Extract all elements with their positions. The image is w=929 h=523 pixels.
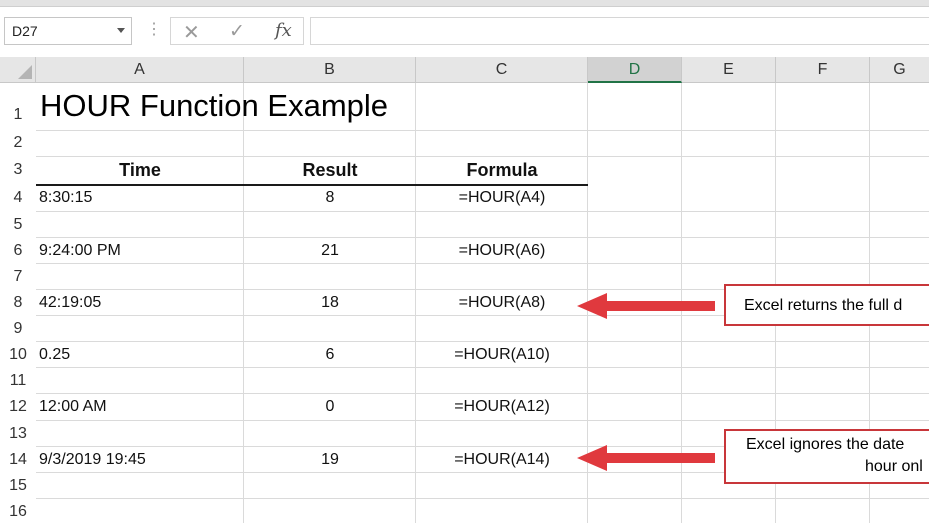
column-header-f[interactable]: F xyxy=(776,57,870,83)
grid-line xyxy=(36,341,929,342)
cell-time[interactable]: 9:24:00 PM xyxy=(39,242,121,260)
column-header-a[interactable]: A xyxy=(36,57,244,83)
row-header-14[interactable]: 14 xyxy=(0,451,36,469)
header-result[interactable]: Result xyxy=(244,160,416,181)
column-header-g[interactable]: G xyxy=(870,57,929,83)
row-header-8[interactable]: 8 xyxy=(0,294,36,312)
grid-line xyxy=(36,263,929,264)
column-header-c[interactable]: C xyxy=(416,57,588,83)
grid-line xyxy=(36,156,929,157)
row-header-6[interactable]: 6 xyxy=(0,242,36,260)
grid-line xyxy=(36,211,929,212)
row-header-9[interactable]: 9 xyxy=(0,320,36,338)
callout-text: Excel ignores the date xyxy=(746,436,905,453)
grid-line xyxy=(36,393,929,394)
sheet-title[interactable]: HOUR Function Example xyxy=(40,88,388,124)
grid-line xyxy=(36,130,929,131)
row-header-5[interactable]: 5 xyxy=(0,216,36,234)
enter-icon[interactable]: ✓ xyxy=(229,20,245,43)
arrow-left-icon xyxy=(577,293,715,319)
select-all-corner[interactable] xyxy=(0,57,36,83)
cell-result[interactable]: 18 xyxy=(244,294,416,312)
row-header-3[interactable]: 3 xyxy=(0,161,36,179)
row-header-1[interactable]: 1 xyxy=(0,106,36,124)
arrow-shape xyxy=(577,445,715,471)
cell-formula[interactable]: =HOUR(A8) xyxy=(416,294,588,312)
cell-result[interactable]: 6 xyxy=(244,346,416,364)
callout-note: Excel returns the full d xyxy=(724,284,929,326)
arrow-shape xyxy=(577,293,715,319)
grid-line xyxy=(36,237,929,238)
drag-handle-icon[interactable]: ⋮ xyxy=(146,20,162,40)
row-header-16[interactable]: 16 xyxy=(0,503,36,521)
column-header-e[interactable]: E xyxy=(682,57,776,83)
callout-text: Excel returns the full d xyxy=(744,297,903,314)
cell-time[interactable]: 42:19:05 xyxy=(39,294,101,312)
cell-result[interactable]: 0 xyxy=(244,398,416,416)
ribbon-edge xyxy=(0,0,929,7)
formula-bar: D27 ⋮ ✕ ✓ fx xyxy=(0,7,929,57)
header-time[interactable]: Time xyxy=(36,160,244,181)
insert-function-icon[interactable]: fx xyxy=(275,20,292,41)
cancel-icon[interactable]: ✕ xyxy=(183,20,200,45)
cell-result[interactable]: 19 xyxy=(244,451,416,469)
chevron-down-icon[interactable] xyxy=(117,28,125,33)
name-box[interactable]: D27 xyxy=(4,17,132,45)
cell-formula[interactable]: =HOUR(A4) xyxy=(416,189,588,207)
cell-time[interactable]: 12:00 AM xyxy=(39,398,107,416)
callout-note: Excel ignores the date hour onl xyxy=(724,429,929,484)
cell-result[interactable]: 21 xyxy=(244,242,416,260)
row-header-10[interactable]: 10 xyxy=(0,346,36,364)
row-header-4[interactable]: 4 xyxy=(0,189,36,207)
row-header-11[interactable]: 11 xyxy=(0,372,36,390)
column-header-d[interactable]: D xyxy=(588,57,682,83)
row-header-12[interactable]: 12 xyxy=(0,398,36,416)
cell-formula[interactable]: =HOUR(A12) xyxy=(416,398,588,416)
cell-time[interactable]: 9/3/2019 19:45 xyxy=(39,451,146,469)
row-header-2[interactable]: 2 xyxy=(0,134,36,152)
formula-input[interactable] xyxy=(310,17,929,45)
grid-line xyxy=(36,498,929,499)
cell-time[interactable]: 0.25 xyxy=(39,346,70,364)
header-formula[interactable]: Formula xyxy=(416,160,588,181)
select-all-icon xyxy=(18,65,32,79)
callout-text: hour onl xyxy=(865,458,923,475)
formula-buttons: ✕ ✓ fx xyxy=(170,17,304,45)
row-header-7[interactable]: 7 xyxy=(0,268,36,286)
header-border xyxy=(36,184,588,186)
grid-line xyxy=(36,367,929,368)
cell-result[interactable]: 8 xyxy=(244,189,416,207)
arrow-left-icon xyxy=(577,445,715,471)
cell-time[interactable]: 8:30:15 xyxy=(39,189,92,207)
cell-formula[interactable]: =HOUR(A6) xyxy=(416,242,588,260)
row-header-13[interactable]: 13 xyxy=(0,425,36,443)
grid-line xyxy=(36,420,929,421)
cell-formula[interactable]: =HOUR(A10) xyxy=(416,346,588,364)
cell-formula[interactable]: =HOUR(A14) xyxy=(416,451,588,469)
row-header-15[interactable]: 15 xyxy=(0,477,36,495)
name-box-value: D27 xyxy=(12,23,38,39)
column-header-b[interactable]: B xyxy=(244,57,416,83)
